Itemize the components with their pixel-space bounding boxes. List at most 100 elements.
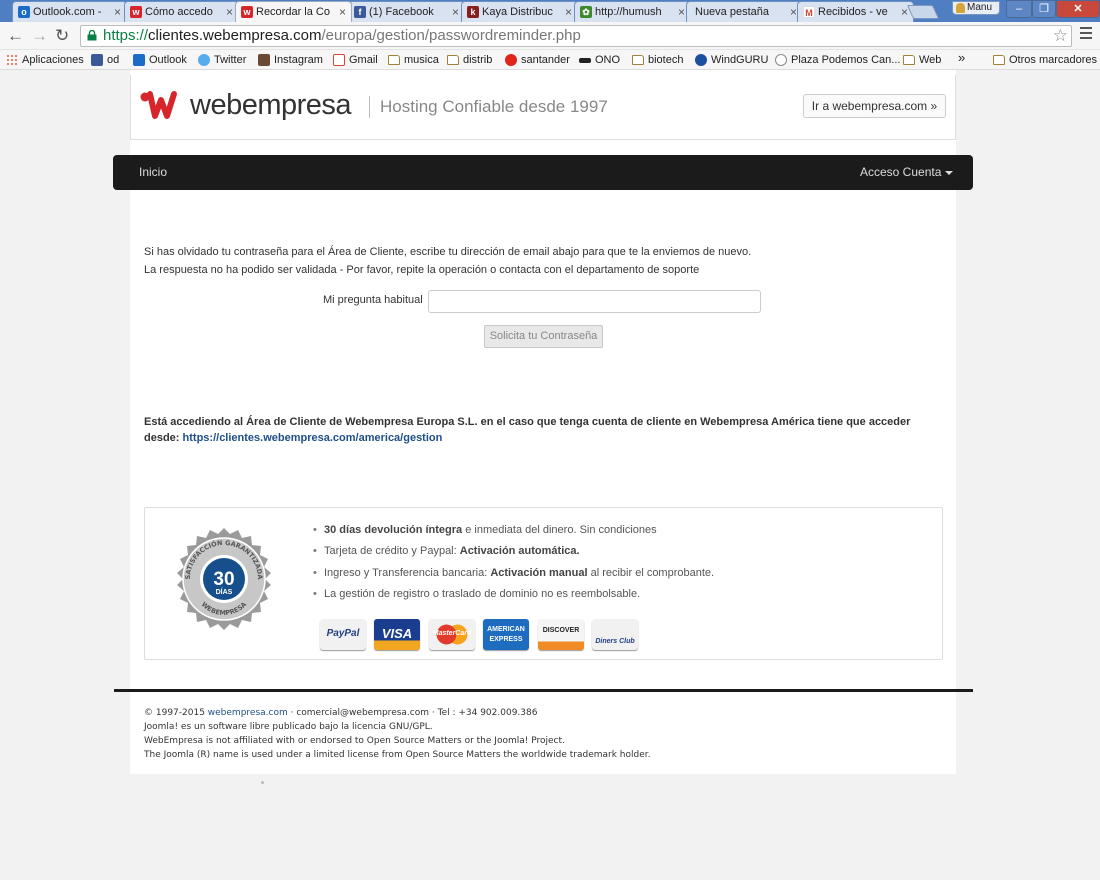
caret-down-icon <box>945 170 954 175</box>
nav-item-acceso-cuenta[interactable]: Acceso Cuenta <box>860 165 954 179</box>
bookmark-item[interactable]: santander <box>505 53 570 67</box>
discover-icon: DISCOVER <box>538 619 584 650</box>
close-icon[interactable]: × <box>452 5 459 19</box>
guarantee-item: La gestión de registro o traslado de dom… <box>313 588 640 600</box>
footer-copyright: © 1997-2015 webempresa.com · comercial@w… <box>144 708 538 718</box>
close-window-button[interactable]: ✕ <box>1056 0 1100 18</box>
bookmark-star-icon[interactable]: ☆ <box>1053 26 1068 46</box>
santander-icon <box>505 54 517 66</box>
apps-grid-icon <box>6 54 18 66</box>
bookmark-item[interactable]: Outlook <box>133 53 187 67</box>
folder-icon <box>632 55 644 65</box>
browser-toolbar: ← → ↻ https://clientes.webempresa.com/eu… <box>0 22 1100 50</box>
other-bookmarks-folder[interactable]: Otros marcadores <box>993 53 1097 67</box>
bookmark-item[interactable]: Instagram <box>258 53 323 67</box>
intro-text: Si has olvidado tu contraseña para el Ár… <box>144 246 752 258</box>
new-tab-button[interactable] <box>906 5 940 19</box>
browser-tab[interactable]: f (1) Facebook × <box>348 1 465 22</box>
address-bar[interactable]: https://clientes.webempresa.com/europa/g… <box>80 25 1072 47</box>
webempresa-logo-icon[interactable] <box>140 90 184 120</box>
bookmark-folder[interactable]: musica <box>388 53 439 67</box>
bookmark-folder[interactable]: Web <box>903 53 941 67</box>
brand-name[interactable]: webempresa <box>190 89 352 122</box>
30-days-guarantee-badge: SATISFACCIÓN GARANTIZADA WEBEMPRESA 30 D… <box>177 528 271 630</box>
bookmarks-overflow-button[interactable]: » <box>958 51 965 65</box>
folder-icon <box>447 55 459 65</box>
back-icon[interactable]: ← <box>7 25 24 47</box>
paypal-icon: PayPal <box>320 619 366 650</box>
main-navbar <box>113 155 973 190</box>
question-input[interactable] <box>428 290 761 313</box>
bookmark-item[interactable]: Twitter <box>198 53 246 67</box>
footer-disclaimer: WebEmpresa is not affiliated with or end… <box>144 736 565 746</box>
bookmarks-bar: Aplicaciones od Outlook Twitter Instagra… <box>0 50 1100 70</box>
close-icon[interactable]: × <box>565 5 572 19</box>
nav-item-inicio[interactable]: Inicio <box>139 165 167 179</box>
minimize-button[interactable]: – <box>1006 0 1032 18</box>
folder-icon <box>903 55 915 65</box>
gmail-icon: M <box>803 6 815 18</box>
outlook-icon <box>133 54 145 66</box>
browser-tab[interactable]: ✿ http://humush × <box>574 1 691 22</box>
region-notice: Está accediendo al Área de Cliente de We… <box>144 416 911 444</box>
close-icon[interactable]: × <box>339 5 346 19</box>
close-icon[interactable]: × <box>790 5 797 19</box>
forward-icon[interactable]: → <box>31 25 48 47</box>
gmail-icon <box>333 54 345 66</box>
windguru-icon <box>695 54 707 66</box>
bookmark-folder[interactable]: distrib <box>447 53 492 67</box>
lock-icon <box>87 30 97 41</box>
request-password-button[interactable]: Solicita tu Contraseña <box>484 325 603 348</box>
goto-webempresa-button[interactable]: Ir a webempresa.com » <box>803 94 946 118</box>
guarantee-item: Tarjeta de crédito y Paypal: Activación … <box>313 545 580 557</box>
visa-icon: VISA <box>374 619 420 650</box>
browser-tab[interactable]: o Outlook.com - × <box>12 1 127 22</box>
america-login-link[interactable]: https://clientes.webempresa.com/america/… <box>183 432 443 444</box>
footer-divider <box>114 689 973 692</box>
bookmark-item[interactable]: Plaza Podemos Can... <box>775 53 900 67</box>
folder-icon <box>993 55 1005 65</box>
twitter-icon <box>198 54 210 66</box>
browser-tab-active[interactable]: w Recordar la Co × <box>235 1 352 22</box>
footer-site-link[interactable]: webempresa.com <box>208 708 288 718</box>
footer-license-text: Joomla! es un software libre publicado b… <box>144 722 433 732</box>
outlook-icon: o <box>18 6 30 18</box>
leaf-icon: ✿ <box>580 6 592 18</box>
footer-trademark: The Joomla (R) name is used under a limi… <box>144 750 651 760</box>
facebook-icon <box>91 54 103 66</box>
chrome-menu-icon[interactable] <box>1080 27 1092 42</box>
bookmark-folder[interactable]: biotech <box>632 53 683 67</box>
close-icon[interactable]: × <box>226 5 233 19</box>
close-icon[interactable]: × <box>678 5 685 19</box>
svg-text:DÍAS: DÍAS <box>216 587 233 596</box>
decorative-dot <box>261 781 264 784</box>
bookmark-item[interactable]: Aplicaciones <box>6 53 84 67</box>
user-icon <box>956 3 965 13</box>
browser-tab[interactable]: Nueva pestaña × <box>686 1 803 22</box>
svg-text:30: 30 <box>213 569 234 590</box>
facebook-icon: f <box>354 6 366 18</box>
question-label: Mi pregunta habitual <box>323 294 423 306</box>
bookmark-item[interactable]: WindGURU <box>695 53 768 67</box>
kaya-icon: k <box>467 6 479 18</box>
bookmark-item[interactable]: ONO <box>579 53 620 67</box>
reload-icon[interactable]: ↻ <box>55 25 69 47</box>
close-icon[interactable]: × <box>114 5 121 19</box>
bookmark-item[interactable]: Gmail <box>333 53 378 67</box>
browser-tab[interactable]: M Recibidos - ve × <box>797 1 914 22</box>
webempresa-icon: w <box>130 6 142 18</box>
browser-tab[interactable]: k Kaya Distribuc × <box>461 1 578 22</box>
browser-tab[interactable]: w Cómo accedo × <box>124 1 239 22</box>
guarantee-item: Ingreso y Transferencia bancaria: Activa… <box>313 567 714 579</box>
bookmark-item[interactable]: od <box>91 53 119 67</box>
mastercard-icon: MasterCard <box>429 619 475 650</box>
maximize-button[interactable]: ❐ <box>1032 0 1056 18</box>
webempresa-icon: w <box>241 6 253 18</box>
brand-tagline: Hosting Confiable desde 1997 <box>380 97 608 116</box>
amex-icon: AMERICAN EXPRESS <box>483 619 529 650</box>
instagram-icon <box>258 54 270 66</box>
podemos-icon <box>775 54 787 66</box>
profile-button[interactable]: Manu <box>952 1 1000 15</box>
folder-icon <box>388 55 400 65</box>
guarantee-item: 30 días devolución íntegra e inmediata d… <box>313 524 657 536</box>
